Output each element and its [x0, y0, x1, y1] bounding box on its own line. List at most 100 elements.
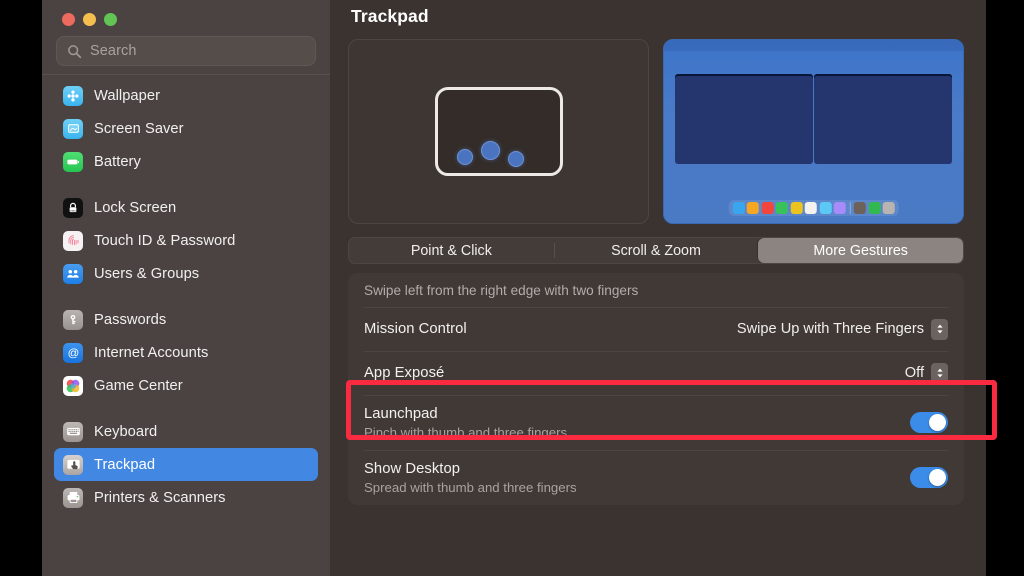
sidebar-item-label: Printers & Scanners [94, 489, 226, 506]
search-input[interactable]: Search [56, 36, 316, 66]
sidebar-item-keyboard[interactable]: Keyboard [54, 415, 318, 448]
tab-point-and-click[interactable]: Point & Click [349, 238, 554, 263]
chevron-updown-icon[interactable] [931, 318, 948, 340]
finger-dot [480, 141, 500, 160]
sidebar-item-label: Touch ID & Password [94, 232, 236, 249]
finger-dot [456, 149, 473, 165]
swipe-caption-text: Swipe left from the right edge with two … [364, 282, 639, 298]
sidebar-item-label: Passwords [94, 311, 167, 328]
tab-label: More Gestures [813, 242, 908, 259]
preview-row [348, 39, 964, 224]
dock-item [761, 202, 774, 214]
sidebar-item-label: Game Center [94, 377, 183, 394]
sidebar-search-container: Search [42, 30, 330, 74]
show-desktop-toggle[interactable] [910, 467, 948, 488]
mission-control-popup[interactable]: Swipe Up with Three Fingers [736, 318, 948, 340]
row-app-expose[interactable]: App Exposé Off [348, 351, 964, 395]
internet-accounts-icon: @ [63, 342, 83, 363]
battery-icon [63, 151, 83, 172]
row-show-desktop[interactable]: Show Desktop Spread with thumb and three… [348, 450, 964, 505]
printer-icon [63, 487, 83, 508]
row-launchpad[interactable]: Launchpad Pinch with thumb and three fin… [348, 395, 964, 450]
sidebar-item-label: Keyboard [94, 423, 158, 440]
sidebar-list: Wallpaper Screen Saver Battery Lock Scre… [42, 75, 330, 514]
svg-text:@: @ [67, 347, 79, 359]
finger-dot [507, 151, 524, 167]
tab-scroll-and-zoom[interactable]: Scroll & Zoom [553, 238, 759, 263]
dock-item [746, 202, 759, 214]
row-divider [364, 450, 948, 451]
dock-item [868, 202, 881, 214]
dock-item [819, 202, 832, 214]
row-title: Show Desktop [364, 460, 461, 477]
dock-separator [849, 202, 851, 214]
trackpad-icon [63, 454, 83, 475]
chevron-updown-icon[interactable] [931, 362, 948, 384]
sidebar-item-lock-screen[interactable]: Lock Screen [54, 191, 318, 224]
preview-dock [728, 200, 899, 216]
keyboard-icon [63, 421, 83, 442]
sidebar-item-passwords[interactable]: Passwords [54, 303, 318, 336]
zoom-window-button[interactable] [104, 12, 117, 26]
row-swipe-caption: Swipe left from the right edge with two … [348, 273, 964, 307]
preview-menubar [664, 40, 963, 51]
passwords-key-icon [63, 309, 83, 330]
sidebar: Search Wallpaper Screen Saver Battery Lo… [42, 0, 330, 576]
game-center-icon [63, 375, 83, 396]
row-title: Mission Control [364, 321, 467, 337]
row-label-group: App Exposé [364, 365, 444, 381]
sidebar-item-label: Lock Screen [94, 199, 177, 216]
row-title: App Exposé [364, 365, 445, 381]
gesture-settings-list: Swipe left from the right edge with two … [348, 273, 964, 505]
row-divider [364, 395, 948, 396]
dock-item [804, 202, 817, 214]
sidebar-item-users-groups[interactable]: Users & Groups [54, 257, 318, 290]
gesture-preview-card [348, 39, 649, 224]
sidebar-item-internet-accounts[interactable]: @ Internet Accounts [54, 336, 318, 369]
sidebar-item-label: Battery [94, 153, 141, 170]
sidebar-item-label: Internet Accounts [94, 344, 209, 361]
preview-window-left [675, 74, 813, 164]
sidebar-group-separator [42, 178, 330, 191]
tab-more-gestures[interactable]: More Gestures [758, 238, 963, 263]
sidebar-item-screen-saver[interactable]: Screen Saver [54, 112, 318, 145]
row-value: Swipe Up with Three Fingers [736, 321, 924, 337]
touch-id-icon [63, 230, 83, 251]
dock-item [732, 202, 745, 214]
row-mission-control[interactable]: Mission Control Swipe Up with Three Fing… [348, 307, 964, 351]
sidebar-item-label: Users & Groups [94, 265, 200, 282]
minimize-window-button[interactable] [83, 12, 96, 26]
close-window-button[interactable] [62, 12, 75, 26]
trackpad-illustration [434, 87, 563, 176]
dock-item [775, 202, 788, 214]
sidebar-item-game-center[interactable]: Game Center [54, 369, 318, 402]
app-expose-popup[interactable]: Off [905, 362, 948, 384]
desktop-preview-card [663, 39, 964, 224]
toggle-knob [929, 414, 946, 431]
wallpaper-icon [63, 85, 83, 106]
lock-screen-icon [63, 197, 83, 218]
sidebar-item-wallpaper[interactable]: Wallpaper [54, 79, 318, 112]
search-placeholder: Search [90, 43, 137, 59]
row-control-group [910, 412, 948, 433]
row-label-group: Show Desktop Spread with thumb and three… [364, 461, 577, 495]
sidebar-item-battery[interactable]: Battery [54, 145, 318, 178]
dock-item [882, 202, 895, 214]
screen-saver-icon [63, 118, 83, 139]
row-label-group: Mission Control [364, 321, 467, 337]
dock-item [790, 202, 803, 214]
sidebar-item-printers-scanners[interactable]: Printers & Scanners [54, 481, 318, 514]
system-settings-window: Search Wallpaper Screen Saver Battery Lo… [42, 0, 986, 576]
sidebar-item-trackpad[interactable]: Trackpad [54, 448, 318, 481]
page-title: Trackpad [351, 6, 429, 26]
sidebar-item-touch-id[interactable]: Touch ID & Password [54, 224, 318, 257]
sidebar-item-label: Trackpad [94, 456, 156, 473]
search-icon [67, 44, 82, 59]
row-title: Launchpad [364, 405, 438, 422]
sidebar-item-label: Wallpaper [94, 87, 161, 104]
row-label-group: Launchpad Pinch with thumb and three fin… [364, 406, 567, 440]
gesture-tab-bar: Point & Click Scroll & Zoom More Gesture… [348, 237, 964, 264]
row-subtitle: Pinch with thumb and three fingers [364, 424, 568, 440]
launchpad-toggle[interactable] [910, 412, 948, 433]
content-pane: Trackpad Point & Click Scroll & Zoom Mor… [330, 0, 986, 576]
